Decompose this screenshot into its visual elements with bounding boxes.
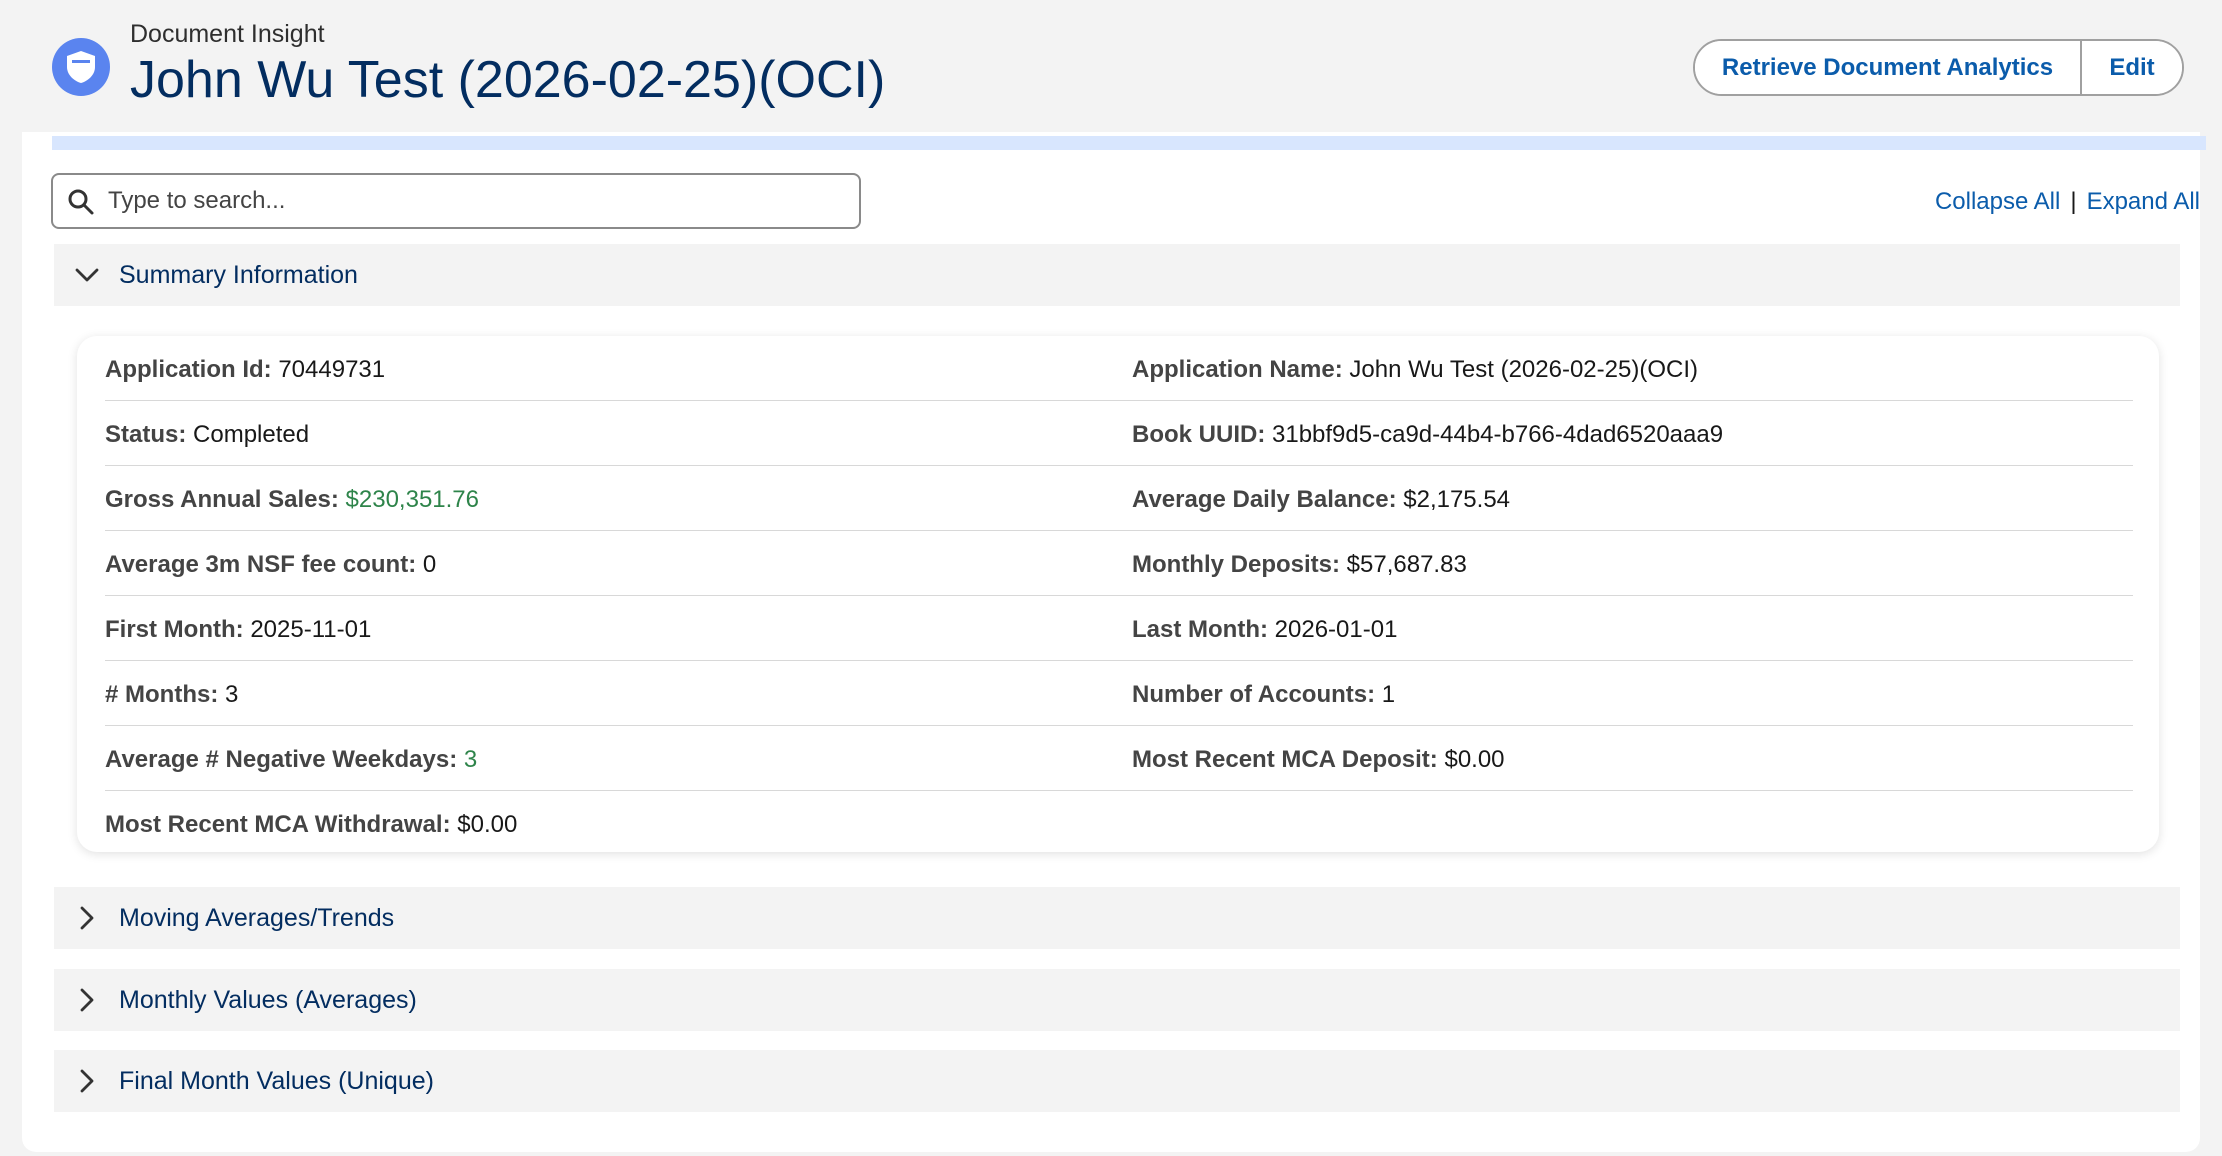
field-value: 0	[422, 551, 437, 578]
field-average-negative-weekdays: Average # Negative Weekdays: 3	[105, 746, 477, 774]
expand-controls: Collapse All | Expand All	[1900, 188, 2200, 216]
chevron-down-icon	[75, 268, 99, 282]
field-label: Application Name:	[1132, 356, 1343, 383]
search-icon	[68, 189, 94, 215]
field-value: 70449731	[278, 356, 386, 383]
field-label: First Month:	[105, 616, 244, 643]
field-value: 1	[1381, 681, 1396, 708]
field-book-uuid: Book UUID: 31bbf9d5-ca9d-44b4-b766-4dad6…	[1132, 421, 1723, 449]
link-separator: |	[2070, 188, 2077, 215]
section-header-summary-information[interactable]: Summary Information	[54, 244, 2180, 306]
field-number-of-accounts: Number of Accounts: 1	[1132, 681, 1395, 709]
field-label: Application Id:	[105, 356, 272, 383]
section-label: Final Month Values (Unique)	[119, 1066, 434, 1095]
field-value: $230,351.76	[345, 486, 479, 513]
field-row: Application Id: 70449731 Application Nam…	[105, 336, 2133, 401]
field-row: Gross Annual Sales: $230,351.76 Average …	[105, 466, 2133, 531]
field-value: 2025-11-01	[250, 616, 372, 643]
section-label: Monthly Values (Averages)	[119, 985, 417, 1014]
badge-shield-icon	[52, 38, 110, 96]
page-title: John Wu Test (2026-02-25)(OCI)	[130, 51, 886, 109]
collapse-all-link[interactable]: Collapse All	[1935, 188, 2060, 216]
field-label: Average # Negative Weekdays:	[105, 746, 458, 773]
section-header-monthly-values-averages[interactable]: Monthly Values (Averages)	[54, 969, 2180, 1031]
record-header: Document Insight John Wu Test (2026-02-2…	[0, 0, 2222, 138]
field-average-3m-nsf-fee-count: Average 3m NSF fee count: 0	[105, 551, 436, 579]
field-gross-annual-sales: Gross Annual Sales: $230,351.76	[105, 486, 479, 514]
header-button-group: Retrieve Document Analytics Edit	[1693, 39, 2184, 96]
field-label: # Months:	[105, 681, 219, 708]
field-first-month: First Month: 2025-11-01	[105, 616, 371, 644]
field-months: # Months: 3	[105, 681, 238, 709]
field-row: # Months: 3 Number of Accounts: 1	[105, 661, 2133, 726]
section-header-moving-averages-trends[interactable]: Moving Averages/Trends	[54, 887, 2180, 949]
field-monthly-deposits: Monthly Deposits: $57,687.83	[1132, 551, 1467, 579]
section-label: Moving Averages/Trends	[119, 903, 395, 932]
field-value: 2026-01-01	[1274, 616, 1398, 643]
search-box	[51, 173, 861, 229]
object-type-label: Document Insight	[130, 20, 325, 48]
field-application-id: Application Id: 70449731	[105, 356, 385, 384]
field-most-recent-mca-withdrawal: Most Recent MCA Withdrawal: $0.00	[105, 811, 517, 839]
main-card: Collapse All | Expand All Summary Inform…	[22, 132, 2206, 1152]
section-header-final-month-values-unique[interactable]: Final Month Values (Unique)	[54, 1050, 2180, 1112]
field-last-month: Last Month: 2026-01-01	[1132, 616, 1397, 644]
field-label: Most Recent MCA Withdrawal:	[105, 811, 451, 838]
field-label: Gross Annual Sales:	[105, 486, 339, 513]
field-label: Number of Accounts:	[1132, 681, 1376, 708]
field-label: Average 3m NSF fee count:	[105, 551, 417, 578]
retrieve-document-analytics-button[interactable]: Retrieve Document Analytics	[1695, 41, 2082, 94]
field-row: Average # Negative Weekdays: 3 Most Recen…	[105, 726, 2133, 791]
field-value: Completed	[193, 421, 310, 448]
field-value: $0.00	[1444, 746, 1505, 773]
field-label: Monthly Deposits:	[1132, 551, 1340, 578]
field-row: Status: Completed Book UUID: 31bbf9d5-ca…	[105, 401, 2133, 466]
edit-button[interactable]: Edit	[2082, 41, 2182, 94]
field-value: $0.00	[457, 811, 518, 838]
chevron-right-icon	[80, 906, 94, 930]
field-application-name: Application Name: John Wu Test (2026-02-…	[1132, 356, 1698, 384]
field-row: Most Recent MCA Withdrawal: $0.00	[105, 791, 2133, 856]
field-value: $2,175.54	[1403, 486, 1511, 513]
field-value: John Wu Test (2026-02-25)(OCI)	[1349, 356, 1698, 383]
search-input[interactable]	[108, 175, 848, 227]
field-row: Average 3m NSF fee count: 0 Monthly Depo…	[105, 531, 2133, 596]
field-label: Last Month:	[1132, 616, 1268, 643]
chevron-right-icon	[80, 1069, 94, 1093]
field-label: Most Recent MCA Deposit:	[1132, 746, 1438, 773]
section-label: Summary Information	[119, 260, 358, 289]
summary-fields-card: Application Id: 70449731 Application Nam…	[77, 336, 2159, 852]
field-status: Status: Completed	[105, 421, 309, 449]
field-value: 3	[463, 746, 478, 773]
field-value: 3	[225, 681, 239, 708]
field-label: Average Daily Balance:	[1132, 486, 1397, 513]
expand-all-link[interactable]: Expand All	[2087, 188, 2200, 216]
field-label: Book UUID:	[1132, 421, 1266, 448]
field-value: 31bbf9d5-ca9d-44b4-b766-4dad6520aaa9	[1272, 421, 1724, 448]
field-row: First Month: 2025-11-01 Last Month: 2026…	[105, 596, 2133, 661]
field-most-recent-mca-deposit: Most Recent MCA Deposit: $0.00	[1132, 746, 1505, 774]
info-banner	[52, 136, 2206, 150]
field-label: Status:	[105, 421, 187, 448]
field-value: $57,687.83	[1346, 551, 1467, 578]
chevron-right-icon	[80, 988, 94, 1012]
field-average-daily-balance: Average Daily Balance: $2,175.54	[1132, 486, 1510, 514]
